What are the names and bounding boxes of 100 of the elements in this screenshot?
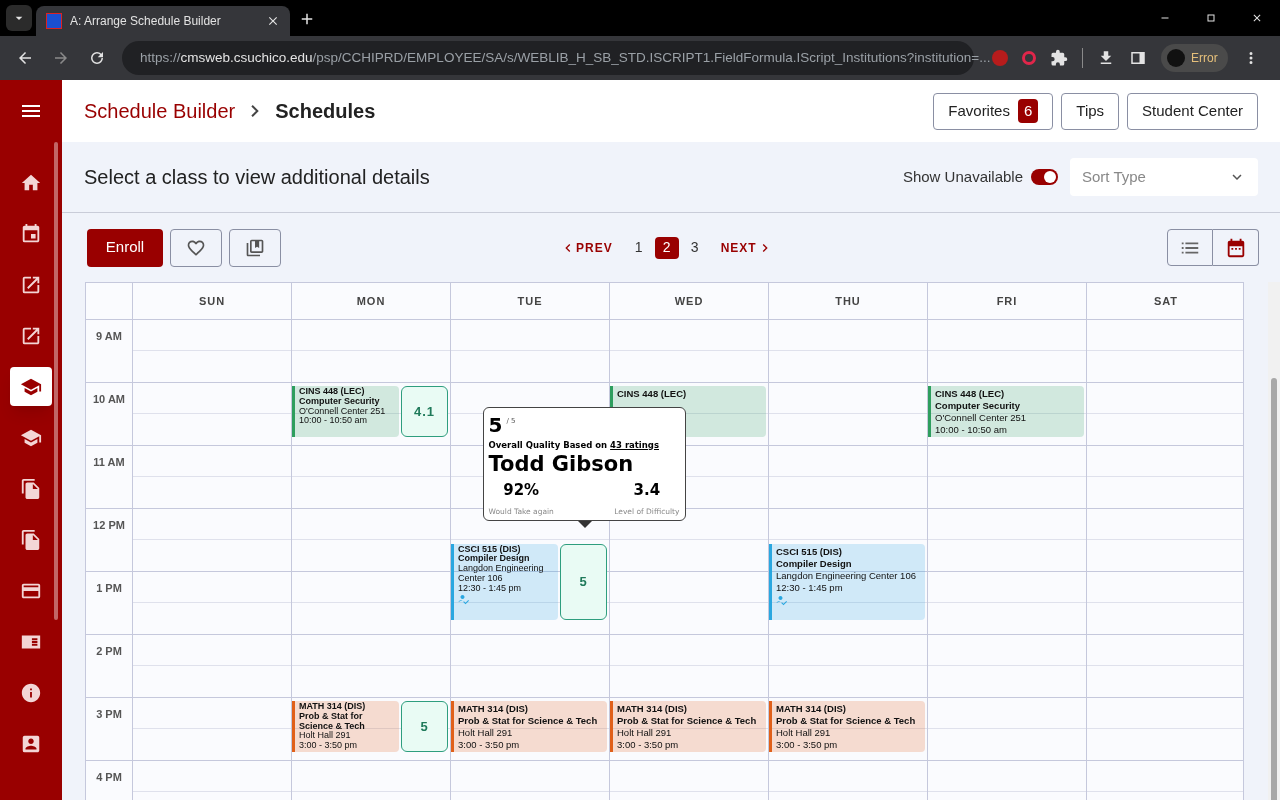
room-text: O'Connell Center 251 (935, 412, 1027, 424)
url-text: https://cmsweb.csuchico.edu/psp/CCHIPRD/EMPLOYEE/SA/s/WEBLIB_H_SB_STD.ISCRIPT1.FieldFormula.IScript_Institutions?institution=... (140, 48, 991, 67)
time-text: 12:30 - 1:45 pm (776, 581, 844, 594)
class-event-card[interactable]: MATH 314 (DIS) Prob & Stat for Science & Tech Holt Hall 291 3:00 - 3:50 pm (769, 701, 925, 752)
calendar-icon (20, 222, 42, 245)
page-button[interactable]: 2 (654, 236, 679, 259)
browser-tab[interactable]: A: Arrange Schedule Builder (36, 6, 290, 36)
time-label: 2 PM (96, 644, 122, 657)
class-event-card[interactable]: MATH 314 (DIS) Prob & Stat for Science & Tech Holt Hall 291 3:00 - 3:50 pm (610, 701, 766, 752)
count-badge: 6 (1017, 98, 1039, 124)
course-title: Compiler Design (458, 554, 530, 565)
day-header: THU (835, 293, 861, 309)
course-title: Computer Security (935, 400, 1021, 412)
class-event-card[interactable]: MATH 314 (DIS) Prob & Stat for Science & Tech Holt Hall 291 3:00 - 3:50 pm (451, 701, 607, 752)
class-event-card[interactable]: CINS 448 (LEC) Computer Security O'Connell Center 251 10:00 - 10:50 am (292, 386, 399, 437)
breadcrumb-link[interactable]: Schedule Builder (84, 96, 236, 126)
rating-summary: Overall Quality Based on 43 ratings (488, 438, 660, 452)
tab-list-button[interactable] (6, 5, 32, 31)
stat-value: 3.4 (633, 480, 661, 502)
rating-box[interactable]: 4.1 (401, 386, 448, 437)
class-event-card[interactable]: CINS 448 (LEC) Computer Security O'Connell Center 251 10:00 - 10:50 am (928, 386, 1084, 437)
day-header: SUN (198, 293, 226, 309)
room-text: O'Connell Center 251 (299, 406, 386, 417)
calendar-view-button[interactable] (1213, 229, 1259, 266)
maximize-icon[interactable] (1205, 12, 1217, 24)
time-label: 9 AM (96, 329, 122, 342)
stack-icon (245, 237, 265, 258)
course-code: CINS 448 (LEC) (617, 388, 687, 400)
instruction-text: Select a class to view additional details (84, 165, 430, 190)
header-button[interactable]: Tips (1061, 92, 1120, 130)
course-code: MATH 314 (DIS) (458, 703, 530, 715)
course-code: MATH 314 (DIS) (776, 703, 848, 715)
documents-icon (20, 528, 42, 551)
day-header: TUE (517, 293, 543, 309)
class-event-card[interactable]: MATH 314 (DIS) Prob & Stat for Science & Tech Holt Hall 291 3:00 - 3:50 pm (292, 701, 399, 752)
course-title: Prob & Stat for Science & Tech (299, 711, 366, 731)
rating-box[interactable]: 5 (401, 701, 448, 752)
time-label: 11 AM (93, 455, 125, 468)
instructor-name: Todd Gibson (488, 451, 635, 478)
room-text: Holt Hall 291 (776, 727, 832, 739)
reload-icon[interactable] (88, 49, 106, 67)
day-header: SAT (1153, 293, 1179, 309)
room-text: Holt Hall 291 (299, 731, 352, 742)
time-label: 1 PM (96, 581, 122, 594)
puzzle-icon[interactable] (1050, 49, 1068, 67)
course-code: CINS 448 (LEC) (935, 388, 1006, 400)
next-button[interactable]: NEXT (720, 238, 773, 257)
close-icon[interactable] (266, 14, 280, 28)
time-label: 3 PM (96, 707, 122, 720)
toggle-switch[interactable] (1031, 169, 1058, 185)
day-header: WED (674, 293, 704, 309)
course-title: Computer Security (299, 396, 381, 407)
class-event-card[interactable]: CSCI 515 (DIS) Compiler Design Langdon Engineering Center 106 12:30 - 1:45 pm (769, 543, 925, 621)
day-header: FRI (996, 293, 1018, 309)
room-text: Langdon Engineering Center 106 (458, 564, 545, 584)
time-text: 3:00 - 3:50 pm (458, 739, 521, 751)
time-text: 3:00 - 3:50 pm (776, 739, 839, 751)
course-code: MATH 314 (DIS) (617, 703, 689, 715)
page-title: Schedules (275, 99, 376, 124)
time-label: 12 PM (93, 518, 125, 531)
page-button[interactable]: 1 (626, 236, 651, 259)
list-view-button[interactable] (1167, 229, 1213, 266)
favicon-icon (46, 13, 62, 29)
course-code: CINS 448 (LEC) (299, 387, 366, 397)
room-text: Holt Hall 291 (458, 727, 514, 739)
room-text: Langdon Engineering Center 106 (776, 569, 916, 582)
close-icon[interactable] (1251, 12, 1263, 24)
chevron-right-icon (251, 105, 260, 117)
rating-box[interactable]: 5 (560, 543, 607, 621)
prev-button[interactable]: PREV (560, 238, 613, 257)
tab-title: A: Arrange Schedule Builder (70, 13, 222, 30)
toggle-label: Show Unavailable (902, 166, 1023, 187)
info-icon (20, 681, 42, 704)
course-title: Prob & Stat for Science & Tech (458, 715, 598, 727)
course-title: Prob & Stat for Science & Tech (617, 715, 757, 727)
stat-value: 92% (503, 480, 540, 502)
enroll-button[interactable]: Enroll (87, 228, 163, 267)
time-text: 3:00 - 3:50 pm (299, 741, 359, 751)
time-text: 10:00 - 10:50 am (935, 424, 1008, 436)
course-code: MATH 314 (DIS) (299, 702, 367, 712)
scrollbar[interactable] (1268, 282, 1280, 800)
course-title: Prob & Stat for Science & Tech (776, 715, 916, 727)
rating-score: 5 (488, 413, 503, 436)
documents-icon (20, 477, 42, 500)
time-label: 10 AM (93, 392, 125, 405)
header-button[interactable]: Favorites 6 (933, 92, 1054, 130)
page-button[interactable]: 3 (682, 236, 707, 259)
favorite-button[interactable] (170, 228, 222, 267)
header-button[interactable]: Student Center (1127, 92, 1258, 130)
ratings-link[interactable]: 43 ratings (610, 439, 659, 450)
sidebar-item[interactable] (10, 367, 52, 406)
class-event-card[interactable]: CSCI 515 (DIS) Compiler Design Langdon Engineering Center 106 12:30 - 1:45 pm (451, 543, 558, 621)
profile-button[interactable]: Error (1161, 44, 1228, 72)
time-text: 10:00 - 10:50 am (299, 416, 369, 427)
side-panel-icon[interactable] (1129, 49, 1147, 67)
sort-dropdown[interactable]: Sort Type (1070, 158, 1258, 196)
save-button[interactable] (229, 228, 281, 267)
time-label: 4 PM (96, 770, 122, 783)
forward-arrow-icon[interactable] (52, 49, 70, 67)
course-code: CSCI 515 (DIS) (458, 544, 521, 555)
